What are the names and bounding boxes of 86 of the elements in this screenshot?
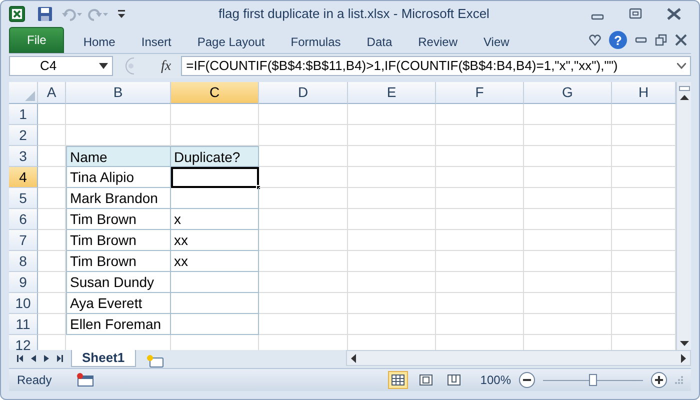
slider-thumb[interactable] [589, 374, 597, 386]
scroll-down-icon[interactable] [680, 341, 688, 346]
ribbon-tab[interactable]: Formulas [278, 30, 354, 54]
dropdown-caret-icon[interactable] [99, 63, 108, 70]
table-cell: Tim Brown [66, 209, 171, 230]
previous-sheet-icon[interactable] [31, 354, 36, 362]
window-title: flag first duplicate in a list.xlsx - Microsoft Excel [218, 5, 490, 24]
column-heading: Name [66, 146, 171, 168]
table-cell[interactable] [171, 314, 259, 336]
fill-handle[interactable] [256, 185, 261, 190]
table-cell: Tim Brown [66, 251, 171, 272]
column-heading: Duplicate? [171, 146, 259, 168]
sheet-tab[interactable]: Sheet1 [71, 350, 136, 368]
row-header[interactable]: 3 [9, 146, 38, 168]
table-cell: Susan Dundy [66, 272, 171, 294]
table-cell: Tina Alipio [66, 167, 171, 188]
formula-text: =IF(COUNTIF($B$4:$B$11,B4)>1,IF(COUNTIF($B$4:B4,B4)=1,"x","xx"),"") [186, 57, 618, 76]
table-cell[interactable] [171, 188, 259, 210]
table-cell[interactable]: xx [171, 251, 259, 272]
row-header[interactable]: 11 [9, 314, 38, 336]
zoom-in-button[interactable] [651, 372, 667, 388]
column-header[interactable]: F [436, 82, 524, 104]
record-macro-icon[interactable] [76, 373, 94, 388]
cell-text: x [174, 211, 181, 228]
row-header[interactable]: 1 [9, 104, 38, 126]
row-header[interactable]: 4 [9, 167, 38, 188]
formula-field[interactable]: =IF(COUNTIF($B$4:$B$11,B4)>1,IF(COUNTIF($B$4:B4,B4)=1,"x","xx"),"") [181, 56, 691, 76]
ribbon-tab[interactable]: Review [405, 30, 470, 54]
next-sheet-icon[interactable] [44, 354, 49, 362]
close-icon[interactable] [675, 34, 687, 46]
column-header[interactable]: A [38, 82, 66, 104]
ribbon-tab[interactable]: Page Layout [184, 30, 278, 54]
cell-reference: C4 [40, 57, 57, 76]
row-header[interactable]: 9 [9, 272, 38, 294]
row-header[interactable]: 12 [9, 335, 38, 350]
zoom-out-button[interactable] [519, 372, 535, 388]
table-cell[interactable] [171, 272, 259, 294]
ribbon-tab[interactable]: Data [354, 30, 406, 54]
table-cell[interactable]: xx [171, 230, 259, 252]
column-header[interactable]: G [524, 82, 612, 104]
table-cell[interactable]: x [171, 209, 259, 230]
status-text: Ready [17, 372, 52, 390]
table-cell: Tim Brown [66, 230, 171, 252]
name-box[interactable]: C4 [9, 56, 113, 76]
first-sheet-icon[interactable] [17, 354, 23, 362]
heart-icon[interactable] [589, 34, 601, 46]
row-header[interactable]: 2 [9, 125, 38, 146]
ribbon-tab[interactable]: Home [70, 30, 128, 54]
table-cell: Mark Brandon [66, 188, 171, 210]
horizontal-scrollbar[interactable] [346, 350, 691, 366]
resize-grip-icon[interactable] [675, 376, 683, 384]
scroll-right-icon[interactable] [681, 354, 686, 363]
column-header[interactable]: B [66, 82, 171, 104]
table-cell: Ellen Foreman [66, 314, 171, 336]
ribbon-tab[interactable]: View [470, 30, 522, 54]
file-tab[interactable]: File [9, 27, 64, 54]
cell-text: xx [174, 253, 188, 270]
row-header[interactable]: 8 [9, 251, 38, 272]
ribbon-tab[interactable]: Insert [128, 30, 184, 54]
row-header[interactable]: 5 [9, 188, 38, 210]
help-button[interactable]: ? [609, 31, 627, 50]
restore-icon[interactable] [655, 34, 667, 46]
close-icon[interactable] [665, 7, 683, 22]
expand-caret-icon[interactable] [677, 63, 686, 70]
zoom-slider[interactable] [543, 373, 643, 388]
spreadsheet-logo-icon[interactable] [9, 6, 25, 22]
plus-icon [655, 376, 663, 384]
column-header[interactable]: D [259, 82, 348, 104]
normal-view-button[interactable] [388, 371, 408, 390]
save-icon[interactable] [37, 6, 53, 22]
scroll-left-icon[interactable] [350, 354, 356, 363]
row-header[interactable]: 10 [9, 293, 38, 314]
last-sheet-icon[interactable] [57, 354, 63, 362]
row-header[interactable]: 7 [9, 230, 38, 252]
table-cell: Aya Everett [66, 293, 171, 314]
insert-function-button[interactable]: fx [159, 56, 174, 77]
vertical-scrollbar[interactable] [676, 82, 691, 350]
table-cell[interactable] [171, 167, 259, 188]
zoom-level[interactable]: 100% [480, 371, 511, 390]
table-cell[interactable] [171, 293, 259, 314]
column-header[interactable]: E [348, 82, 436, 104]
column-header[interactable]: H [612, 82, 676, 104]
cell-text: xx [174, 232, 188, 248]
row-header[interactable]: 6 [9, 209, 38, 230]
scroll-up-icon[interactable] [680, 95, 688, 100]
column-header[interactable]: C [171, 82, 259, 104]
